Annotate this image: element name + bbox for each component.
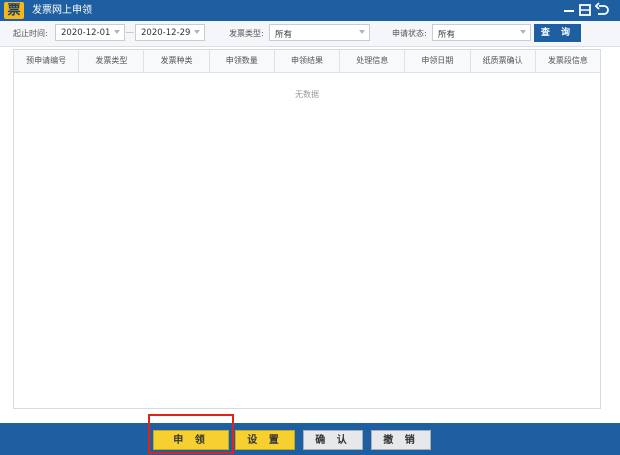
chevron-down-icon — [194, 30, 200, 34]
column-header[interactable]: 申领结果 — [275, 50, 341, 72]
end-date-value: 2020-12-29 — [141, 28, 191, 38]
start-date-value: 2020-12-01 — [61, 28, 111, 38]
chevron-down-icon — [520, 30, 526, 34]
app-logo: 票 — [4, 2, 24, 19]
invoice-type-value: 所有 — [275, 30, 293, 40]
back-icon[interactable] — [594, 2, 610, 18]
column-header[interactable]: 预申请编号 — [14, 50, 80, 72]
empty-state-text: 无数据 — [295, 90, 319, 99]
chevron-down-icon — [114, 30, 120, 34]
column-header[interactable]: 发票种类 — [144, 50, 210, 72]
column-header[interactable]: 申领数量 — [210, 50, 275, 72]
settings-button[interactable]: 设 置 — [235, 430, 295, 450]
column-header[interactable]: 处理信息 — [340, 50, 406, 72]
window-title: 发票网上申领 — [32, 5, 92, 16]
column-header[interactable]: 申领日期 — [405, 50, 471, 72]
apply-status-value: 所有 — [438, 30, 456, 40]
apply-button[interactable]: 申 领 — [153, 430, 229, 450]
apply-status-label: 申请状态: — [392, 29, 427, 38]
invoice-type-label: 发票类型: — [229, 29, 264, 38]
title-bar: 票 发票网上申领 — [0, 0, 620, 21]
date-range-label: 起止时间: — [13, 29, 48, 38]
chevron-down-icon — [359, 30, 365, 34]
query-button[interactable]: 查 询 — [534, 24, 581, 42]
date-separator — [126, 32, 134, 33]
results-table: 预申请编号 发票类型 发票种类 申领数量 申领结果 处理信息 申领日期 纸质票确… — [13, 49, 601, 409]
minimize-icon[interactable] — [561, 2, 577, 18]
column-header[interactable]: 纸质票确认 — [471, 50, 536, 72]
column-header[interactable]: 发票段信息 — [536, 50, 600, 72]
invoice-type-select[interactable]: 所有 — [269, 24, 370, 41]
apply-status-select[interactable]: 所有 — [432, 24, 531, 41]
end-date-picker[interactable]: 2020-12-29 — [135, 24, 205, 41]
table-header: 预申请编号 发票类型 发票种类 申领数量 申领结果 处理信息 申领日期 纸质票确… — [14, 50, 600, 73]
confirm-button[interactable]: 确 认 — [303, 430, 363, 450]
column-header[interactable]: 发票类型 — [79, 50, 145, 72]
revoke-button[interactable]: 撤 销 — [371, 430, 431, 450]
filter-bar: 起止时间: 2020-12-01 2020-12-29 发票类型: 所有 申请状… — [0, 21, 620, 47]
maximize-icon[interactable] — [577, 2, 593, 18]
start-date-picker[interactable]: 2020-12-01 — [55, 24, 125, 41]
